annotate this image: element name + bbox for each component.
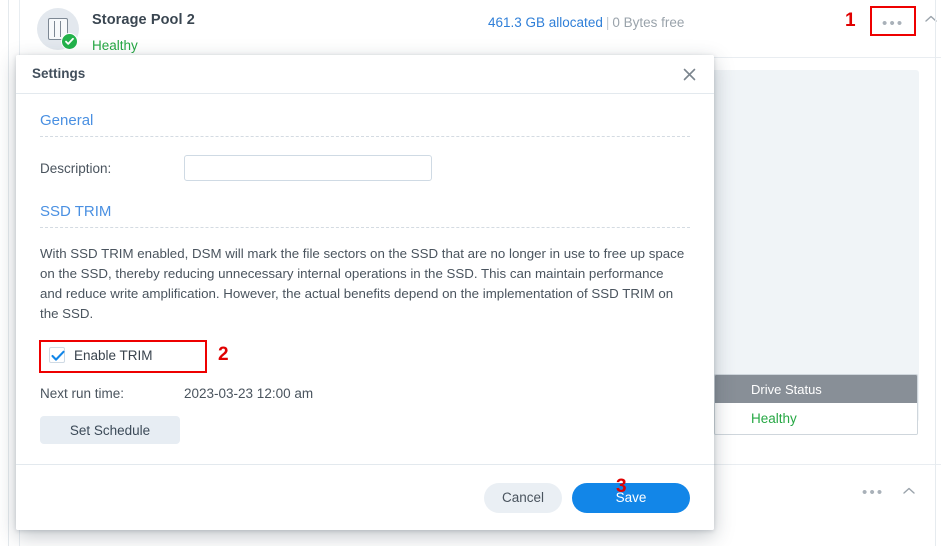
description-row: Description:: [40, 153, 690, 183]
cancel-button[interactable]: Cancel: [484, 482, 562, 513]
enable-trim-checkbox[interactable]: Enable TRIM: [49, 347, 153, 363]
general-section-title: General: [40, 112, 94, 129]
close-icon[interactable]: [678, 63, 700, 85]
set-schedule-button[interactable]: Set Schedule: [40, 416, 180, 444]
dialog-title: Settings: [32, 66, 86, 81]
ellipsis-icon: •••: [862, 484, 885, 501]
annotation-2: 2: [218, 344, 229, 365]
bottom-collapse-button[interactable]: [901, 484, 917, 502]
settings-dialog: Settings General Description: SSD TRIM W…: [16, 55, 714, 530]
enable-trim-label: Enable TRIM: [74, 347, 153, 363]
dialog-titlebar: Settings: [16, 55, 714, 94]
ssd-trim-section-rule: [40, 227, 690, 228]
capacity-separator: |: [605, 15, 610, 30]
next-run-label: Next run time:: [40, 385, 125, 401]
drive-status-value: Healthy: [715, 403, 917, 434]
left-rail: [0, 0, 9, 546]
ellipsis-icon: •••: [882, 15, 905, 32]
dialog-body: General Description: SSD TRIM With SSD T…: [16, 94, 714, 497]
drive-status-header: Drive Status: [715, 375, 917, 403]
pool-more-button[interactable]: •••: [870, 6, 916, 36]
right-edge-line: [935, 0, 936, 546]
next-run-value: 2023-03-23 12:00 am: [184, 385, 314, 401]
save-button[interactable]: Save: [572, 482, 690, 513]
ssd-trim-description: With SSD TRIM enabled, DSM will mark the…: [40, 246, 685, 321]
description-label: Description:: [40, 160, 112, 176]
general-section-rule: [40, 136, 690, 137]
enable-trim-row: Enable TRIM 2: [39, 340, 690, 374]
annotation-1: 1: [845, 10, 856, 31]
pool-collapse-button[interactable]: [923, 12, 939, 30]
next-run-row: Next run time: 2023-03-23 12:00 am: [40, 382, 690, 404]
storage-pool-status: Healthy: [92, 38, 138, 53]
checkbox-icon: [49, 347, 65, 363]
ssd-trim-section-title: SSD TRIM: [40, 203, 112, 220]
storage-pool-capacity: 461.3 GB allocated | 0 Bytes free: [488, 15, 684, 30]
free-value: 0 Bytes free: [612, 15, 685, 30]
bottom-more-button[interactable]: •••: [862, 484, 884, 502]
check-circle-icon: [61, 33, 78, 50]
dialog-footer: Cancel Save: [16, 464, 714, 530]
storage-pool-icon: [37, 8, 79, 50]
description-input[interactable]: [184, 155, 432, 181]
annotation-3: 3: [616, 476, 627, 497]
drive-status-card: Drive Status Healthy: [714, 374, 918, 435]
storage-pool-title: Storage Pool 2: [92, 12, 195, 28]
storage-pool-header-row: Storage Pool 2 Healthy 461.3 GB allocate…: [20, 0, 941, 57]
allocated-value: 461.3 GB allocated: [488, 15, 603, 30]
